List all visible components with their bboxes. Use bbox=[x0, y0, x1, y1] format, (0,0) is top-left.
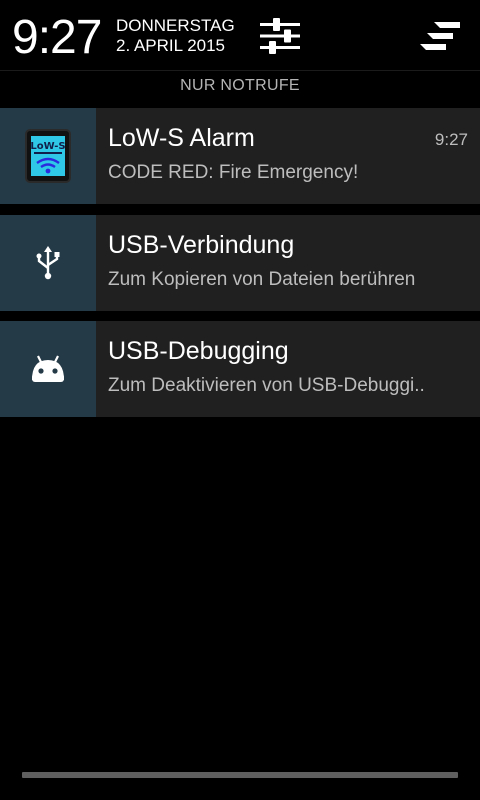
notification-title: USB-Debugging bbox=[108, 337, 289, 365]
notification-content: LoW-S Alarm CODE RED: Fire Emergency! 9:… bbox=[96, 108, 480, 204]
clock: 9:27 bbox=[12, 11, 102, 64]
date-label: 2. APRIL 2015 bbox=[116, 36, 226, 55]
settings-button[interactable] bbox=[252, 12, 308, 60]
notification-shade: 9:27 DONNERSTAG 2. APRIL 2015 NUR NOTRUF… bbox=[0, 0, 480, 800]
notification-content: USB-Verbindung Zum Kopieren von Dateien … bbox=[96, 215, 480, 311]
day-label: DONNERSTAG bbox=[116, 16, 235, 35]
carrier-label: NUR NOTRUFE bbox=[180, 77, 300, 94]
settings-sliders-icon bbox=[260, 18, 300, 54]
date-block[interactable]: DONNERSTAG 2. APRIL 2015 bbox=[116, 16, 235, 56]
notification-icon-box: LoW-S bbox=[0, 108, 96, 204]
notification-text: CODE RED: Fire Emergency! bbox=[108, 162, 359, 183]
shade-header: 9:27 DONNERSTAG 2. APRIL 2015 bbox=[0, 0, 480, 71]
usb-icon bbox=[36, 246, 60, 280]
notification-lows-alarm[interactable]: LoW-S LoW-S Alarm CODE RED: Fire Emergen… bbox=[0, 108, 480, 204]
notification-usb-connection[interactable]: USB-Verbindung Zum Kopieren von Dateien … bbox=[0, 215, 480, 311]
header-divider bbox=[0, 70, 480, 71]
lows-alarm-app-icon: LoW-S bbox=[25, 129, 71, 183]
notification-time: 9:27 bbox=[434, 130, 468, 149]
notification-title: USB-Verbindung bbox=[108, 231, 295, 259]
notification-content: USB-Debugging Zum Deaktivieren von USB-D… bbox=[96, 321, 480, 417]
notification-usb-debugging[interactable]: USB-Debugging Zum Deaktivieren von USB-D… bbox=[0, 321, 480, 417]
lows-logo-text: LoW-S bbox=[31, 141, 65, 152]
notification-icon-box bbox=[0, 215, 96, 311]
quick-settings-button[interactable] bbox=[412, 12, 468, 60]
notification-icon-box bbox=[0, 321, 96, 417]
clear-all-notifications-icon bbox=[420, 22, 460, 50]
notification-title: LoW-S Alarm bbox=[108, 124, 255, 152]
notification-text: Zum Deaktivieren von USB-Debuggi.. bbox=[108, 375, 425, 396]
notification-text: Zum Kopieren von Dateien berühren bbox=[108, 269, 416, 290]
shade-drag-handle[interactable] bbox=[22, 772, 458, 778]
android-icon bbox=[32, 355, 64, 382]
